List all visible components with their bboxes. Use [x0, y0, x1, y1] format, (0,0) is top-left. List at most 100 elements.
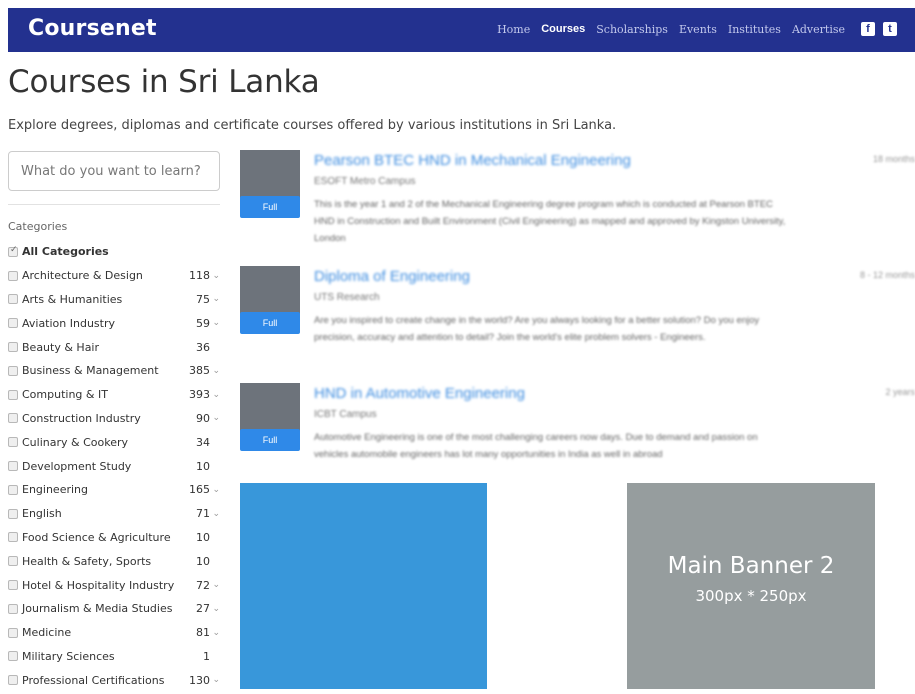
nav-institutes[interactable]: Institutes — [728, 23, 781, 36]
category-count: 71 — [196, 507, 210, 521]
category-item[interactable]: Food Science & Agriculture 10 — [8, 526, 220, 550]
category-item[interactable]: Construction Industry 90 ⌄ — [8, 407, 220, 431]
category-checkbox[interactable] — [8, 389, 18, 400]
category-checkbox[interactable] — [8, 342, 18, 353]
category-item[interactable]: Business & Management 385 ⌄ — [8, 359, 220, 383]
chevron-down-icon[interactable]: ⌄ — [210, 628, 220, 638]
category-checkbox[interactable] — [8, 461, 18, 472]
main-banner-1[interactable] — [240, 483, 487, 689]
category-label: Journalism & Media Studies — [22, 602, 173, 616]
search-input[interactable] — [8, 151, 220, 191]
category-checkbox[interactable] — [8, 651, 18, 662]
chevron-down-icon[interactable]: ⌄ — [210, 580, 220, 590]
category-label: Beauty & Hair — [22, 340, 100, 354]
course-title[interactable]: Pearson BTEC HND in Mechanical Engineeri… — [314, 152, 631, 169]
category-count: 81 — [196, 626, 210, 640]
chevron-down-icon[interactable]: ⌄ — [210, 294, 220, 304]
chevron-down-icon[interactable]: ⌄ — [210, 318, 220, 328]
category-checkbox[interactable] — [8, 413, 18, 424]
chevron-down-icon[interactable]: ⌄ — [210, 604, 220, 614]
category-checkbox[interactable] — [8, 508, 18, 519]
course-tag[interactable]: Full — [240, 312, 300, 334]
category-item[interactable]: Culinary & Cookery 34 — [8, 430, 220, 454]
category-count: 36 — [196, 340, 210, 354]
category-item[interactable]: Hotel & Hospitality Industry 72 ⌄ — [8, 573, 220, 597]
category-checkbox[interactable] — [8, 532, 18, 543]
category-count: 165 — [189, 483, 210, 497]
category-count: 118 — [189, 269, 210, 283]
category-label: All Categories — [22, 245, 109, 259]
category-item[interactable]: Health & Safety, Sports 10 — [8, 549, 220, 573]
course-card: Full Pearson BTEC HND in Mechanical Engin… — [240, 150, 915, 250]
category-label: Hotel & Hospitality Industry — [22, 578, 175, 592]
category-count: 10 — [196, 530, 210, 544]
chevron-down-icon[interactable]: ⌄ — [210, 390, 220, 400]
category-checkbox[interactable] — [8, 270, 18, 281]
category-checkbox[interactable] — [8, 627, 18, 638]
category-checkbox[interactable] — [8, 245, 18, 257]
category-item[interactable]: Development Study 10 — [8, 454, 220, 478]
facebook-icon[interactable]: f — [861, 22, 875, 36]
course-institute[interactable]: ICBT Campus — [314, 409, 377, 420]
course-description: Are you inspired to create change in the… — [314, 315, 760, 343]
category-label: Arts & Humanities — [22, 292, 123, 306]
nav-home[interactable]: Home — [497, 23, 530, 36]
category-item[interactable]: Aviation Industry 59 ⌄ — [8, 311, 220, 335]
chevron-down-icon[interactable]: ⌄ — [210, 366, 220, 376]
course-tag[interactable]: Full — [240, 429, 300, 451]
category-item[interactable]: Computing & IT 393 ⌄ — [8, 383, 220, 407]
chevron-down-icon[interactable]: ⌄ — [210, 413, 220, 423]
category-checkbox[interactable] — [8, 437, 18, 448]
category-checkbox[interactable] — [8, 603, 18, 614]
category-count: 10 — [196, 459, 210, 473]
category-item[interactable]: Engineering 165 ⌄ — [8, 478, 220, 502]
nav-courses[interactable]: Courses — [541, 23, 585, 36]
category-label: Business & Management — [22, 364, 159, 378]
course-tag[interactable]: Full — [240, 196, 300, 218]
category-count: 1 — [203, 649, 210, 663]
category-count: 10 — [196, 554, 210, 568]
category-label: Construction Industry — [22, 411, 141, 425]
chevron-down-icon[interactable]: ⌄ — [210, 271, 220, 281]
category-label: Aviation Industry — [22, 316, 116, 330]
course-institute[interactable]: UTS Research — [314, 292, 380, 303]
category-checkbox[interactable] — [8, 365, 18, 376]
page-title: Courses in Sri Lanka — [8, 64, 320, 100]
nav-scholarships[interactable]: Scholarships — [596, 23, 668, 36]
course-institute[interactable]: ESOFT Metro Campus — [314, 176, 416, 187]
category-checkbox[interactable] — [8, 294, 18, 305]
category-item[interactable]: Professional Certifications 130 ⌄ — [8, 668, 220, 692]
course-duration: 2 years — [885, 387, 915, 397]
category-item[interactable]: Architecture & Design 118 ⌄ — [8, 264, 220, 288]
course-duration: 8 - 12 months — [859, 270, 915, 280]
category-count: 90 — [196, 411, 210, 425]
category-item[interactable]: All Categories — [8, 240, 220, 264]
category-item[interactable]: Beauty & Hair 36 — [8, 335, 220, 359]
category-item[interactable]: Arts & Humanities 75 ⌄ — [8, 288, 220, 312]
sidebar-divider — [8, 204, 220, 205]
category-count: 130 — [189, 673, 210, 687]
category-item[interactable]: English 71 ⌄ — [8, 502, 220, 526]
chevron-down-icon[interactable]: ⌄ — [210, 485, 220, 495]
main-banner-2[interactable]: Main Banner 2 300px * 250px — [627, 483, 875, 689]
category-checkbox[interactable] — [8, 318, 18, 329]
categories-heading: Categories — [8, 220, 68, 233]
nav-events[interactable]: Events — [679, 23, 717, 36]
category-item[interactable]: Medicine 81 ⌄ — [8, 621, 220, 645]
category-checkbox[interactable] — [8, 580, 18, 591]
course-title[interactable]: HND in Automotive Engineering — [314, 385, 525, 402]
banner-title: Main Banner 2 — [667, 553, 835, 579]
category-checkbox[interactable] — [8, 484, 18, 495]
chevron-down-icon[interactable]: ⌄ — [210, 675, 220, 685]
category-item[interactable]: Military Sciences 1 — [8, 645, 220, 669]
nav-advertise[interactable]: Advertise — [792, 23, 845, 36]
banner-size: 300px * 250px — [695, 587, 807, 605]
category-checkbox[interactable] — [8, 556, 18, 567]
category-label: Medicine — [22, 626, 72, 640]
twitter-icon[interactable]: t — [883, 22, 897, 36]
course-title[interactable]: Diploma of Engineering — [314, 268, 470, 285]
chevron-down-icon[interactable]: ⌄ — [210, 509, 220, 519]
category-checkbox[interactable] — [8, 675, 18, 686]
brand-logo[interactable]: Coursenet — [28, 16, 157, 41]
category-item[interactable]: Journalism & Media Studies 27 ⌄ — [8, 597, 220, 621]
